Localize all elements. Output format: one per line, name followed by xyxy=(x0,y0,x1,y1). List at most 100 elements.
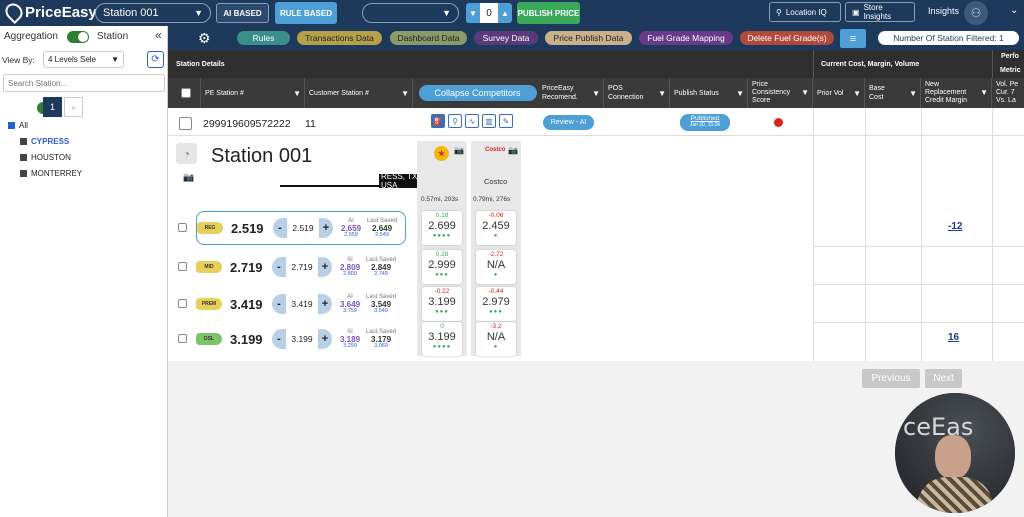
filter-icon[interactable]: ▼ xyxy=(980,89,988,97)
header-select-all[interactable] xyxy=(168,78,201,108)
header-new-replacement[interactable]: New Replacement Credit Margin ▼ xyxy=(921,78,992,108)
publish-status-badge[interactable]: Published Jan 30, 15:36 xyxy=(680,114,730,131)
previous-button[interactable]: Previous xyxy=(862,369,920,388)
menu-chevron-icon[interactable]: ⌄ xyxy=(1010,5,1018,16)
view-by-select[interactable]: 4 Levels Sele ▼ xyxy=(43,51,124,68)
filter-icon[interactable]: ▼ xyxy=(853,89,861,98)
header-priceeasy-recommend[interactable]: PriceEasy Recomend. ▼ xyxy=(538,78,604,108)
competitor-1-price-card[interactable]: 0.18 2.699 ●●●● xyxy=(422,211,462,245)
insights-label[interactable]: Insights xyxy=(928,6,959,16)
stepper-value[interactable]: 3.199 xyxy=(286,334,318,344)
header-base-cost[interactable]: Base Cost ▼ xyxy=(865,78,921,108)
ai-based-button[interactable]: AI BASED xyxy=(216,3,269,23)
minus-icon[interactable]: - xyxy=(272,329,286,349)
grade-checkbox[interactable] xyxy=(178,223,187,232)
row-checkbox[interactable] xyxy=(179,117,192,130)
fuel-grade-row[interactable]: MID 2.719 - 2.719 + AI 2.809 2.809 Last … xyxy=(196,250,406,284)
stepper-value[interactable]: 3.419 xyxy=(286,299,318,309)
header-customer-station[interactable]: Customer Station # ▼ xyxy=(305,78,413,108)
price-stepper[interactable]: - 3.419 + xyxy=(272,294,332,314)
header-pe-station[interactable]: PE Station # ▼ xyxy=(201,78,305,108)
header-pos-connection[interactable]: POS Connection ▼ xyxy=(604,78,670,108)
fuel-pump-icon[interactable]: ⛽ xyxy=(431,114,445,128)
filter-icon[interactable]: ▼ xyxy=(801,89,809,97)
rule-based-button[interactable]: RULE BASED xyxy=(275,2,337,24)
minus-icon[interactable]: - xyxy=(272,294,286,314)
tree-item-all[interactable]: All xyxy=(8,121,28,130)
select-all-checkbox[interactable] xyxy=(181,88,191,98)
header-price-consistency[interactable]: Price Consistency Score ▼ xyxy=(748,78,813,108)
plus-icon[interactable]: + xyxy=(318,294,332,314)
tree-item-houston[interactable]: HOUSTON xyxy=(20,153,71,162)
fuel-grade-row[interactable]: DSL 3.199 - 3.199 + AI 3.189 3.299 Last … xyxy=(196,322,406,356)
counter-stepper[interactable]: ▼ 0 ▲ xyxy=(466,3,512,23)
line-chart-icon[interactable]: ∿ xyxy=(465,114,479,128)
tab-transactions-data[interactable]: Transactions Data xyxy=(297,31,382,45)
app-logo[interactable]: PriceEasy™ xyxy=(1,0,106,25)
map-pin-icon[interactable]: ⚲ xyxy=(448,114,462,128)
competitor-1-price-card[interactable]: 0.28 2.999 ●●● xyxy=(422,250,462,284)
next-button[interactable]: Next xyxy=(925,369,962,388)
stepper-value[interactable]: 2.719 xyxy=(286,262,318,272)
filter-icon[interactable]: ▼ xyxy=(592,89,600,98)
page-next-button[interactable]: » xyxy=(64,97,83,117)
collapse-competitors-button[interactable]: Collapse Competitors xyxy=(418,85,537,101)
increment-icon[interactable]: ▲ xyxy=(498,3,512,23)
price-stepper[interactable]: - 3.199 + xyxy=(272,329,332,349)
tab-rules[interactable]: Rules xyxy=(237,31,290,45)
camera-icon[interactable]: 📷 xyxy=(508,146,518,155)
user-avatar-icon[interactable]: ⚇ xyxy=(964,1,988,25)
minus-icon[interactable]: - xyxy=(272,257,286,277)
store-insights-button[interactable]: ▣ Store Insights xyxy=(845,2,915,22)
plus-icon[interactable]: + xyxy=(318,329,332,349)
tab-fuel-grade-mapping[interactable]: Fuel Grade Mapping xyxy=(639,31,733,45)
counter-value[interactable]: 0 xyxy=(480,3,498,23)
price-stepper[interactable]: - 2.719 + xyxy=(272,257,332,277)
tree-item-cypress[interactable]: CYPRESS xyxy=(20,137,69,146)
station-photo-icon[interactable]: ◔ xyxy=(176,143,197,164)
tab-delete-fuel-grades[interactable]: Delete Fuel Grade(s) xyxy=(740,31,834,45)
tab-survey-data[interactable]: Survey Data xyxy=(474,31,538,45)
camera-icon[interactable]: 📷 xyxy=(183,172,194,183)
review-ai-button[interactable]: Review - AI xyxy=(543,115,594,130)
collapse-sidebar-icon[interactable]: « xyxy=(155,28,162,42)
tab-price-publish-data[interactable]: Price Publish Data xyxy=(545,31,632,45)
edit-icon[interactable]: ✎ xyxy=(499,114,513,128)
plus-icon[interactable]: + xyxy=(319,218,333,238)
tab-dashboard-data[interactable]: Dashboard Data xyxy=(390,31,467,45)
header-vol-performance[interactable]: Vol. Pe Cur. 7 Vs. La xyxy=(992,78,1024,108)
filter-icon[interactable]: ▼ xyxy=(401,89,409,98)
margin-value[interactable]: 16 xyxy=(948,332,959,343)
aggregation-toggle[interactable] xyxy=(67,31,89,43)
header-prior-vol[interactable]: Prior Vol ▼ xyxy=(813,78,865,108)
competitor-2-price-card[interactable]: -0.06 2.459 ● xyxy=(476,211,516,245)
competitor-2-price-card[interactable]: -2.72 N/A ● xyxy=(476,250,516,284)
decrement-icon[interactable]: ▼ xyxy=(466,3,480,23)
camera-icon[interactable]: 📷 xyxy=(454,146,464,155)
settings-gear-icon[interactable]: ⚙ xyxy=(198,30,211,47)
search-station-input[interactable] xyxy=(3,74,165,92)
tree-item-monterrey[interactable]: MONTERREY xyxy=(20,169,82,178)
page-1-button[interactable]: 1 xyxy=(43,97,62,117)
refresh-icon[interactable]: ⟳ xyxy=(147,51,164,68)
grade-checkbox[interactable] xyxy=(178,299,187,308)
competitor-1-price-card[interactable]: -0.22 3.199 ●●● xyxy=(422,287,462,321)
competitor-2-price-card[interactable]: -0.44 2.979 ●●● xyxy=(476,287,516,321)
filter-icon[interactable]: ▼ xyxy=(909,89,917,98)
station-select[interactable]: Station 001 ▼ xyxy=(95,3,211,23)
margin-value[interactable]: -12 xyxy=(948,221,962,232)
grade-checkbox[interactable] xyxy=(178,334,187,343)
plus-icon[interactable]: + xyxy=(318,257,332,277)
competitor-2-price-card[interactable]: -3.2 N/A ● xyxy=(476,322,516,356)
minus-icon[interactable]: - xyxy=(273,218,287,238)
fuel-grade-row[interactable]: REG 2.519 - 2.519 + AI 2.659 2.659 Last … xyxy=(196,211,406,245)
list-menu-icon[interactable]: ≡ xyxy=(840,29,866,48)
stepper-value[interactable]: 2.519 xyxy=(287,223,319,233)
header-publish-status[interactable]: Publish Status ▼ xyxy=(670,78,748,108)
location-iq-button[interactable]: ⚲ Location IQ xyxy=(769,2,841,22)
competitor-1-price-card[interactable]: 0 3.199 ●●●● xyxy=(422,322,462,356)
price-stepper[interactable]: - 2.519 + xyxy=(273,218,333,238)
secondary-select[interactable]: ▼ xyxy=(362,3,459,23)
fuel-grade-row[interactable]: PREM 3.419 - 3.419 + AI 3.649 3.759 Last… xyxy=(196,287,406,321)
bar-chart-icon[interactable]: ▥ xyxy=(482,114,496,128)
